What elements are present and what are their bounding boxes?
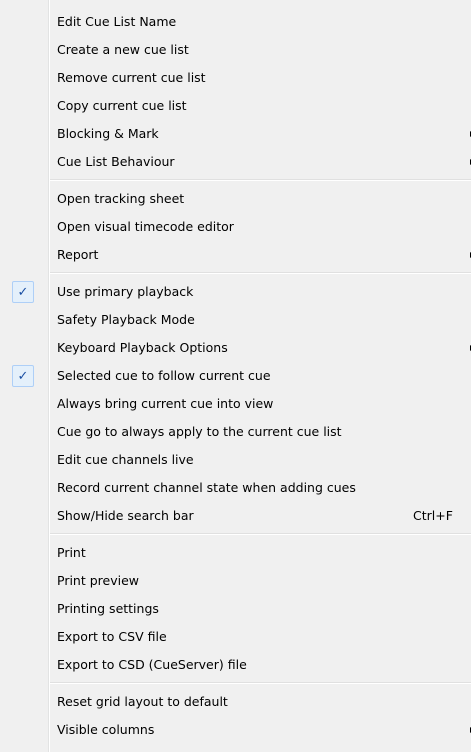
menu-item-label: Reset grid layout to default <box>57 694 228 709</box>
menu-item-show-hide-search-bar[interactable]: Show/Hide search bar Ctrl+F <box>0 502 471 530</box>
menu-item-create-new-cue-list[interactable]: Create a new cue list <box>0 36 471 64</box>
menu-separator <box>0 269 471 278</box>
menu-item-label: Print preview <box>57 573 140 588</box>
menu-item-label: Cue List Behaviour <box>57 154 175 169</box>
menu-item-label: Open visual timecode editor <box>57 219 234 234</box>
menu-item-always-bring-current-cue-into-view[interactable]: Always bring current cue into view <box>0 390 471 418</box>
menu-separator <box>0 176 471 185</box>
menu-item-label: Remove current cue list <box>57 70 206 85</box>
menu-separator <box>0 530 471 539</box>
menu-item-label: Visible columns <box>57 722 155 737</box>
menu-item-print[interactable]: Print <box>0 539 471 567</box>
menu-item-remove-current-cue-list[interactable]: Remove current cue list <box>0 64 471 92</box>
menu-item-keyboard-playback-options[interactable]: Keyboard Playback Options <box>0 334 471 362</box>
menu-item-label: Always bring current cue into view <box>57 396 274 411</box>
menu-item-safety-playback-mode[interactable]: Safety Playback Mode <box>0 306 471 334</box>
menu-item-label: Selected cue to follow current cue <box>57 368 271 383</box>
menu-item-selected-cue-follow-current[interactable]: ✓ Selected cue to follow current cue <box>0 362 471 390</box>
menu-item-open-visual-timecode-editor[interactable]: Open visual timecode editor <box>0 213 471 241</box>
menu-item-label: Edit cue channels live <box>57 452 194 467</box>
menu-item-report[interactable]: Report <box>0 241 471 269</box>
menu-item-label: Blocking & Mark <box>57 126 159 141</box>
checkmark-icon: ✓ <box>12 281 34 303</box>
checkmark-icon: ✓ <box>12 365 34 387</box>
menu-item-label: Show/Hide search bar <box>57 508 194 523</box>
menu-item-label: Safety Playback Mode <box>57 312 195 327</box>
menu-item-label: Create a new cue list <box>57 42 189 57</box>
menu-item-label: Printing settings <box>57 601 159 616</box>
menu-item-label: Open tracking sheet <box>57 191 185 206</box>
menu-item-record-channel-state[interactable]: Record current channel state when adding… <box>0 474 471 502</box>
menu-item-use-primary-playback[interactable]: ✓ Use primary playback <box>0 278 471 306</box>
menu-item-label: Use primary playback <box>57 284 194 299</box>
menu-item-label: Report <box>57 247 99 262</box>
menu-item-label: Edit Cue List Name <box>57 14 177 29</box>
menu-item-print-preview[interactable]: Print preview <box>0 567 471 595</box>
menu-item-label: Record current channel state when adding… <box>57 480 356 495</box>
menu-group-cue-list: Edit Cue List Name Create a new cue list… <box>0 8 471 176</box>
menu-item-cue-list-behaviour[interactable]: Cue List Behaviour <box>0 148 471 176</box>
menu-item-export-csd[interactable]: Export to CSD (CueServer) file <box>0 651 471 679</box>
menu-item-label: Export to CSV file <box>57 629 167 644</box>
menu-group-views: Open tracking sheet Open visual timecode… <box>0 185 471 269</box>
menu-item-export-csv[interactable]: Export to CSV file <box>0 623 471 651</box>
menu-item-label: Copy current cue list <box>57 98 187 113</box>
menu-item-label: Keyboard Playback Options <box>57 340 228 355</box>
context-menu: Edit Cue List Name Create a new cue list… <box>0 0 471 752</box>
menu-separator <box>0 679 471 688</box>
menu-item-reset-grid-layout[interactable]: Reset grid layout to default <box>0 688 471 716</box>
menu-group-playback: ✓ Use primary playback Safety Playback M… <box>0 278 471 530</box>
menu-item-visible-columns[interactable]: Visible columns <box>0 716 471 744</box>
menu-item-copy-current-cue-list[interactable]: Copy current cue list <box>0 92 471 120</box>
menu-item-label: Export to CSD (CueServer) file <box>57 657 247 672</box>
menu-item-edit-cue-channels-live[interactable]: Edit cue channels live <box>0 446 471 474</box>
menu-item-label: Print <box>57 545 86 560</box>
menu-group-print-export: Print Print preview Printing settings Ex… <box>0 539 471 679</box>
menu-item-cue-go-apply-current-list[interactable]: Cue go to always apply to the current cu… <box>0 418 471 446</box>
menu-group-grid: Reset grid layout to default Visible col… <box>0 688 471 744</box>
keyboard-shortcut: Ctrl+F <box>413 508 453 523</box>
menu-item-open-tracking-sheet[interactable]: Open tracking sheet <box>0 185 471 213</box>
menu-item-edit-cue-list-name[interactable]: Edit Cue List Name <box>0 8 471 36</box>
menu-item-blocking-and-mark[interactable]: Blocking & Mark <box>0 120 471 148</box>
menu-item-label: Cue go to always apply to the current cu… <box>57 424 342 439</box>
menu-item-printing-settings[interactable]: Printing settings <box>0 595 471 623</box>
